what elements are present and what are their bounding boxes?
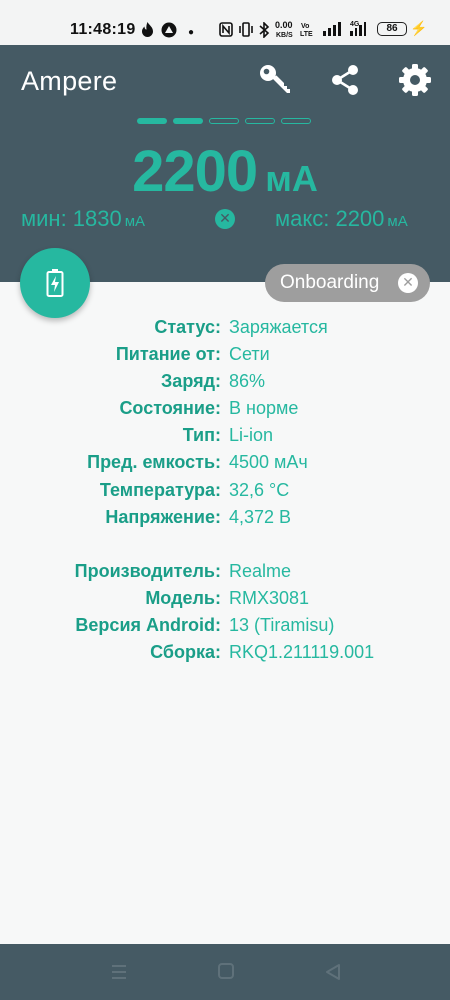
min-label: мин: 1830 [21, 206, 122, 231]
info-value: 13 (Tiramisu) [229, 615, 335, 635]
info-value: Li-ion [229, 425, 274, 445]
info-row: Версия Android: 13 (Tiramisu) [0, 615, 450, 642]
info-row: Состояние: В норме [0, 398, 450, 425]
close-icon[interactable]: ✕ [398, 273, 418, 293]
info-key: Статус: [154, 317, 221, 337]
info-key: Сборка: [150, 642, 221, 662]
battery-indicator: 86 [377, 22, 407, 36]
page-dot-3[interactable] [209, 118, 239, 124]
info-key: Тип: [182, 425, 221, 445]
share-icon[interactable] [327, 62, 363, 98]
info-value: RKQ1.211119.001 [229, 642, 375, 662]
info-row: Производитель: Realme [0, 561, 450, 588]
menu-icon[interactable] [107, 962, 131, 982]
page-dot-5[interactable] [281, 118, 311, 124]
info-value: RMX3081 [229, 588, 310, 608]
info-value: Realme [229, 561, 292, 581]
onboarding-chip[interactable]: Onboarding ✕ [265, 264, 430, 302]
info-key: Напряжение: [105, 507, 221, 527]
back-icon[interactable] [321, 962, 345, 982]
status-bar: 11:48:19 ● 0.00 KB/S Vo LTE 4G 86 ⚡ [0, 0, 450, 45]
info-row: Сборка: RKQ1.211119.001 [0, 642, 450, 669]
status-time: 11:48:19 [70, 21, 136, 38]
info-row: Напряжение: 4,372 В [0, 507, 450, 534]
network-speed-value: 0.00 [275, 20, 293, 30]
notification-dot-icon: ● [188, 27, 195, 38]
settings-icon[interactable] [397, 62, 433, 98]
bluetooth-icon [259, 22, 270, 38]
page-dot-2[interactable] [173, 118, 203, 124]
key-icon[interactable] [257, 62, 293, 98]
page-indicator [137, 118, 311, 124]
info-value: 32,6 °C [229, 480, 290, 500]
page-dot-1[interactable] [137, 118, 167, 124]
info-value: 86% [229, 371, 266, 391]
battery-charging-icon [46, 269, 64, 297]
signal-2-icon [350, 22, 366, 36]
system-nav-bar [0, 944, 450, 1000]
info-key: Версия Android: [75, 615, 221, 635]
min-unit: мА [124, 213, 146, 230]
max-label: макс: 2200 [275, 206, 385, 231]
info-value: В норме [229, 398, 299, 418]
volte-label: Vo [301, 23, 310, 30]
reset-minmax-close-icon[interactable]: ✕ [215, 209, 235, 229]
signal-icon [323, 22, 341, 36]
info-row: Температура: 32,6 °C [0, 480, 450, 507]
info-key: Пред. емкость: [87, 452, 221, 472]
info-value: Сети [229, 344, 270, 364]
fire-icon [142, 22, 153, 37]
info-row: Тип: Li-ion [0, 425, 450, 452]
app-title: Ampere [21, 66, 118, 96]
max-unit: мА [387, 213, 408, 230]
info-key: Заряд: [161, 371, 221, 391]
battery-fab-button[interactable] [20, 248, 90, 318]
info-key: Питание от: [115, 344, 221, 364]
info-key: Производитель: [74, 561, 221, 581]
info-row: Заряд: 86% [0, 371, 450, 398]
min-reading: мин: 1830 мА [21, 206, 145, 232]
info-key: Модель: [145, 588, 221, 608]
info-row: Питание от: Сети [0, 344, 450, 371]
charging-bolt-icon: ⚡ [410, 20, 428, 36]
page-dot-4[interactable] [245, 118, 275, 124]
nfc-icon [219, 22, 233, 37]
info-value: 4,372 В [229, 507, 292, 527]
home-icon[interactable] [214, 962, 238, 982]
app-notification-icon [161, 22, 177, 38]
current-value: 2200 [132, 139, 258, 204]
network-speed-unit: KB/S [276, 32, 293, 39]
info-value: 4500 мАч [229, 452, 308, 472]
info-key: Состояние: [119, 398, 221, 418]
info-row: Модель: RMX3081 [0, 588, 450, 615]
current-reading: 2200 мА [0, 138, 450, 205]
max-reading: макс: 2200 мА [275, 206, 408, 232]
info-value: Заряжается [229, 317, 328, 337]
current-unit: мА [265, 158, 318, 199]
volte-lte-label: LTE [300, 31, 313, 38]
onboarding-chip-label: Onboarding [280, 272, 380, 293]
info-row: Пред. емкость: 4500 мАч [0, 452, 450, 479]
info-row: Статус: Заряжается [0, 317, 450, 344]
vibrate-icon [239, 22, 253, 37]
info-key: Температура: [99, 480, 221, 500]
